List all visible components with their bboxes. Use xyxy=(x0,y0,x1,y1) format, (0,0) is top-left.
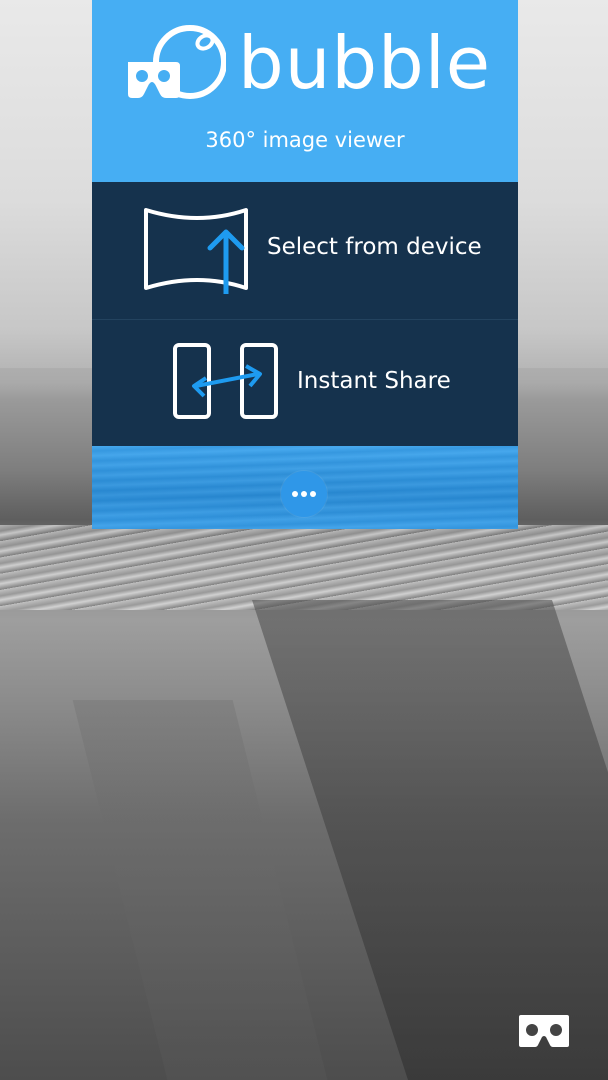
instant-share-button[interactable]: Instant Share xyxy=(92,320,518,446)
app-title: bubble xyxy=(238,21,492,105)
main-menu-panel: bubble 360° image viewer Select from dev… xyxy=(92,0,518,529)
device-transfer-icon xyxy=(173,343,278,419)
vr-cardboard-icon xyxy=(519,1015,569,1047)
sea-foam xyxy=(0,525,608,610)
app-header: bubble 360° image viewer xyxy=(92,0,518,182)
sand-track xyxy=(72,700,328,1080)
vr-mode-button[interactable] xyxy=(517,1013,571,1049)
panorama-upload-icon xyxy=(144,208,248,294)
select-from-device-label: Select from device xyxy=(267,234,482,260)
panel-footer xyxy=(92,446,518,529)
more-dots-icon xyxy=(292,491,316,497)
select-from-device-button[interactable]: Select from device xyxy=(92,182,518,320)
bubble-vr-headset-icon xyxy=(128,25,226,99)
app-tagline: 360° image viewer xyxy=(205,128,405,152)
more-options-button[interactable] xyxy=(281,471,327,517)
instant-share-label: Instant Share xyxy=(297,368,451,394)
